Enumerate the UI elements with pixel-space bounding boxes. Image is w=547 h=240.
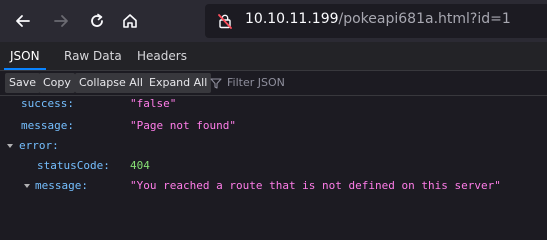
filter-icon (210, 78, 222, 89)
tab-headers[interactable]: Headers (131, 42, 193, 70)
tab-json[interactable]: JSON (4, 42, 46, 70)
expand-all-button[interactable]: Expand All (145, 73, 212, 93)
back-arrow-icon (16, 15, 30, 27)
url-host: 10.10.11.199 (245, 11, 339, 27)
reload-button[interactable] (84, 8, 110, 34)
url-bar[interactable]: 10.10.11.199/pokeapi681a.html?id=1 (205, 4, 547, 38)
json-row-success[interactable]: success: "false" (0, 94, 547, 114)
json-string-value: "Page not found" (130, 119, 236, 132)
json-tree: success: "false" message: "Page not foun… (0, 96, 547, 207)
json-key: statusCode: (37, 159, 110, 172)
json-key: error: (19, 139, 59, 152)
browser-toolbar: 10.10.11.199/pokeapi681a.html?id=1 (0, 0, 547, 42)
json-number-value: 404 (130, 159, 150, 172)
url-text: 10.10.11.199/pokeapi681a.html?id=1 (245, 11, 511, 27)
forward-button[interactable] (48, 8, 74, 34)
expand-toggle-icon[interactable] (5, 136, 15, 156)
home-button[interactable] (117, 8, 143, 34)
json-key: message: (21, 119, 74, 132)
tab-raw-data[interactable]: Raw Data (58, 42, 128, 70)
expand-toggle-icon[interactable] (22, 176, 32, 196)
reload-icon (91, 13, 103, 27)
back-button[interactable] (10, 8, 36, 34)
json-string-value: "You reached a route that is not defined… (130, 179, 501, 192)
json-key: success: (21, 97, 74, 110)
json-string-value: "false" (130, 97, 177, 110)
json-key: message: (35, 179, 88, 192)
insecure-lock-icon[interactable] (217, 13, 233, 29)
json-row-error[interactable]: error: (0, 136, 547, 156)
url-path: /pokeapi681a.html?id=1 (338, 11, 511, 27)
filter-placeholder: Filter JSON (227, 76, 285, 89)
json-row-error-message[interactable]: message: "You reached a route that is no… (0, 176, 547, 196)
viewer-tabs: JSON Raw Data Headers (0, 42, 547, 71)
json-row-message[interactable]: message: "Page not found" (0, 116, 547, 136)
json-action-bar: Save Copy Collapse All Expand All Filter… (0, 71, 547, 96)
save-button[interactable]: Save (5, 73, 41, 93)
copy-button[interactable]: Copy (39, 73, 75, 93)
forward-arrow-icon (54, 15, 68, 27)
home-icon (123, 14, 137, 28)
json-row-status-code[interactable]: statusCode: 404 (0, 156, 547, 176)
collapse-all-button[interactable]: Collapse All (75, 73, 147, 93)
